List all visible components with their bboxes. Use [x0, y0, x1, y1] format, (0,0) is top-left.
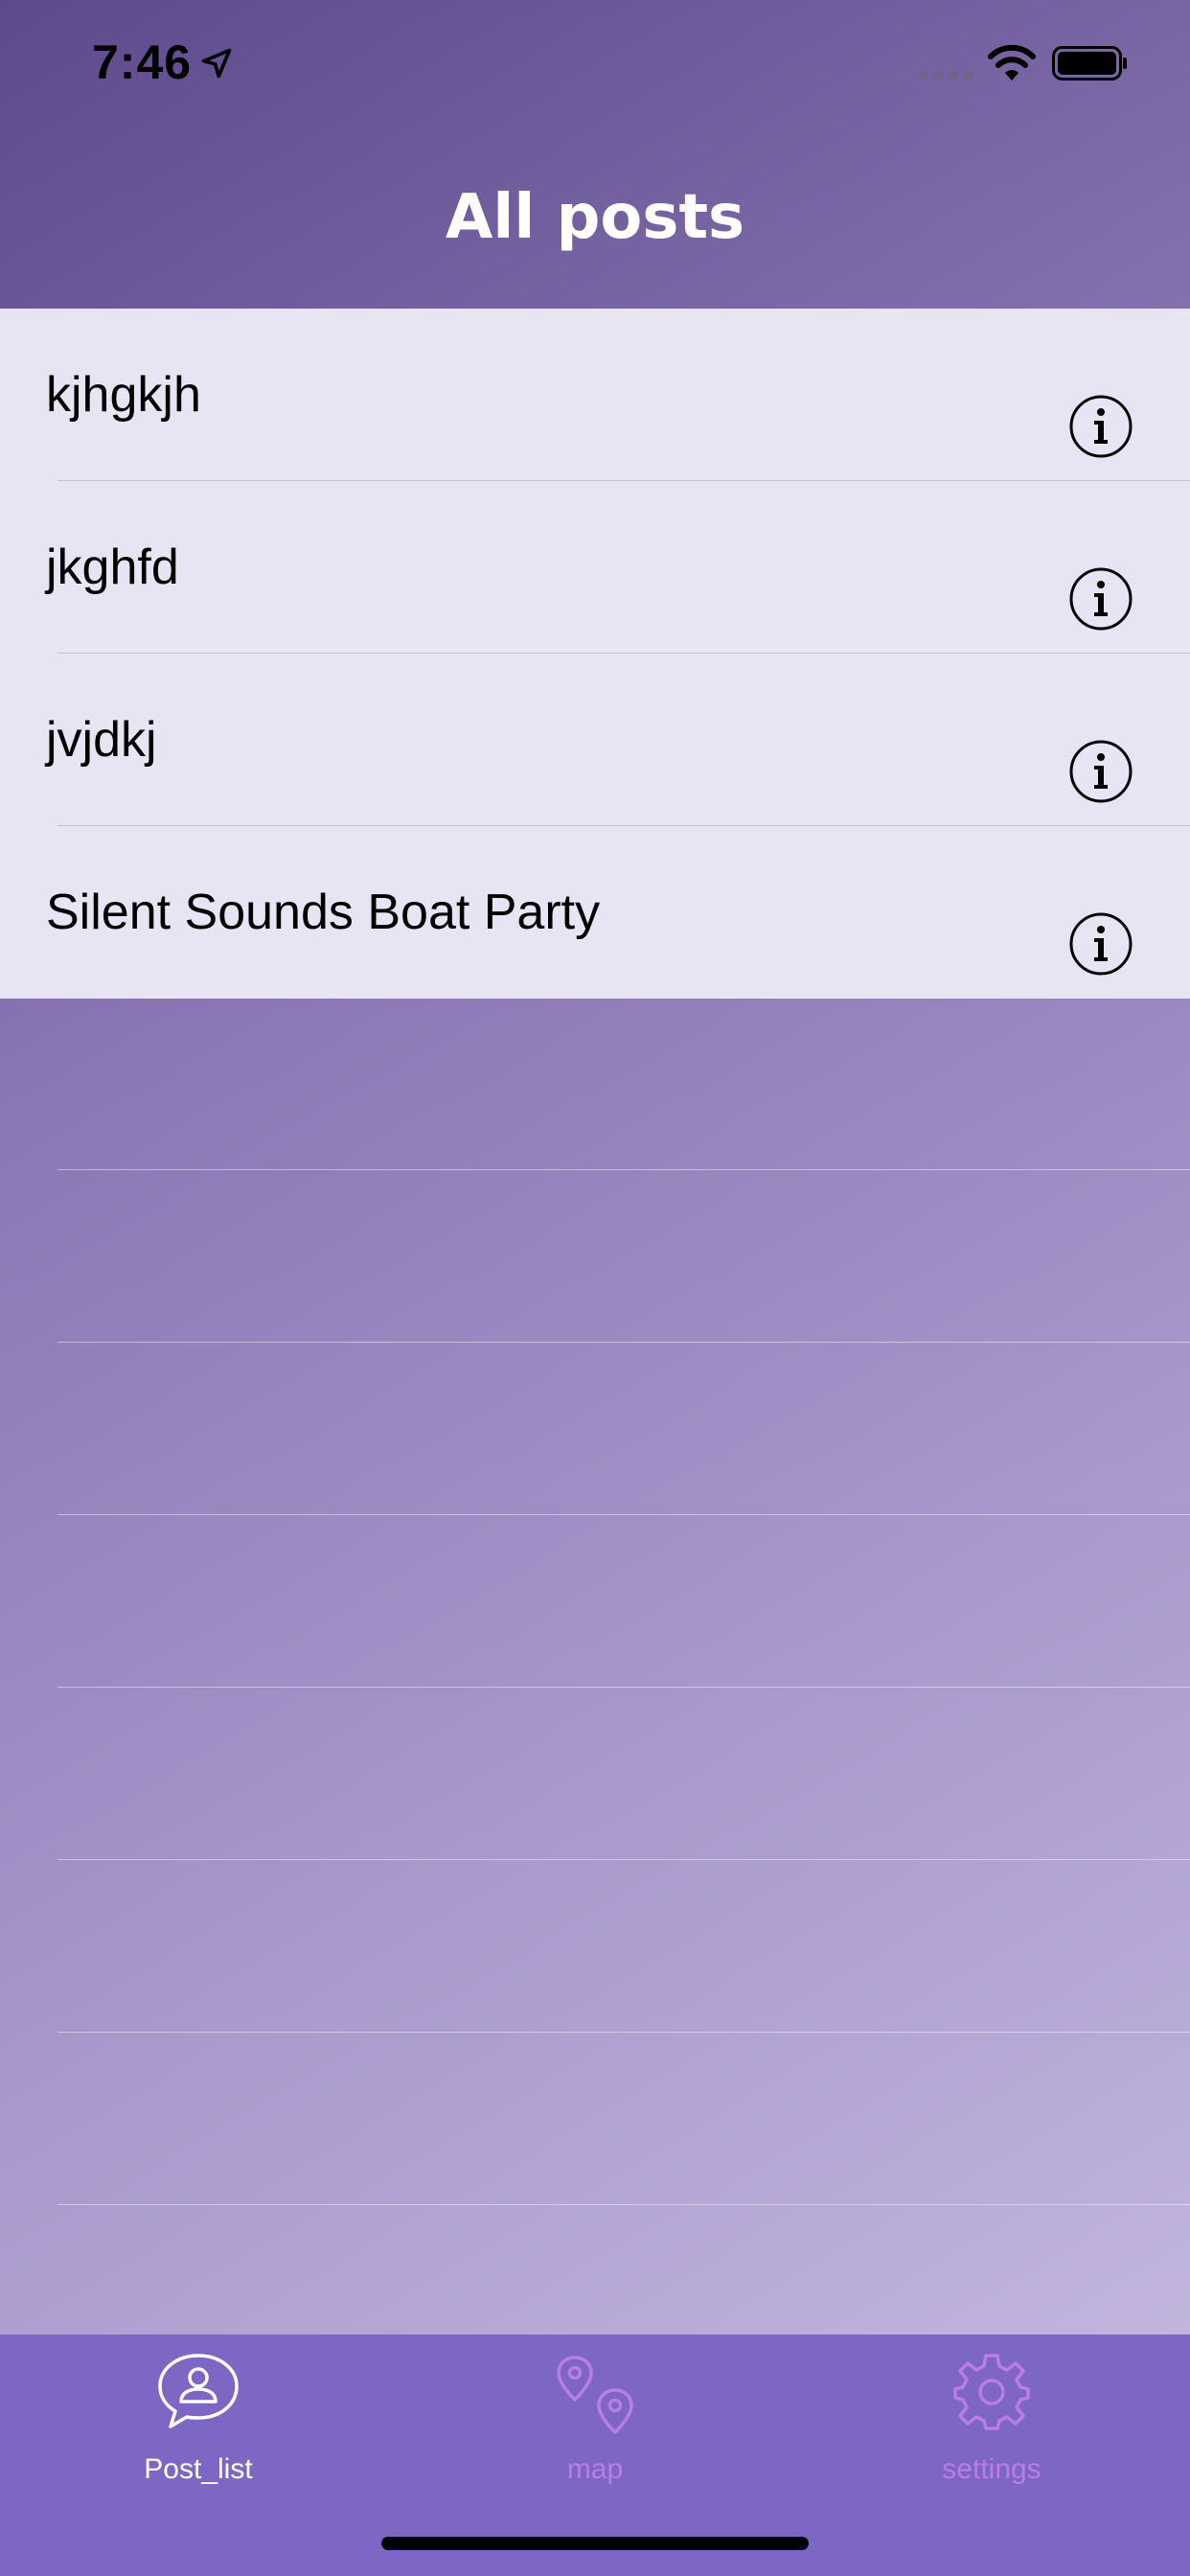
list-item[interactable]: kjhgkjh [0, 309, 1190, 481]
status-bar: 7:46 [0, 0, 1190, 125]
status-time: 7:46 [92, 35, 193, 89]
person-chat-bubble-icon [158, 2354, 239, 2428]
row-separator [57, 2204, 1190, 2205]
info-icon[interactable] [1067, 910, 1134, 978]
tab-settings[interactable]: settings [793, 2334, 1190, 2497]
tab-label: Post_list [144, 2453, 253, 2485]
gear-icon [953, 2354, 1030, 2430]
tab-post-list[interactable]: Post_list [0, 2334, 397, 2497]
list-item[interactable]: Silent Sounds Boat Party [0, 826, 1190, 999]
post-title: jkghfd [46, 540, 179, 595]
post-list: kjhgkjh jkghfd jvjdkj Silent Sounds Boat… [0, 309, 1190, 999]
row-separator [57, 1169, 1190, 1170]
row-separator [57, 1859, 1190, 1860]
row-separator [57, 1687, 1190, 1688]
post-title: kjhgkjh [46, 367, 201, 423]
list-item[interactable]: jvjdkj [0, 654, 1190, 826]
info-icon[interactable] [1067, 393, 1134, 460]
post-title: Silent Sounds Boat Party [46, 885, 601, 940]
list-item[interactable]: jkghfd [0, 481, 1190, 654]
page-title: All posts [445, 182, 745, 253]
row-separator [57, 1514, 1190, 1515]
tab-label: settings [942, 2453, 1041, 2485]
info-icon[interactable] [1067, 565, 1134, 632]
tab-bar: Post_list map settings [0, 2334, 1190, 2576]
home-indicator[interactable] [381, 2537, 809, 2550]
cellular-signal-icon [918, 71, 973, 79]
map-pins-icon [557, 2356, 633, 2434]
info-icon[interactable] [1067, 738, 1134, 805]
row-separator [57, 2032, 1190, 2033]
tab-map[interactable]: map [397, 2334, 793, 2497]
wifi-icon [988, 44, 1036, 80]
location-arrow-icon [201, 48, 232, 79]
post-title: jvjdkj [46, 712, 157, 768]
tab-label: map [566, 2453, 624, 2485]
battery-icon [1052, 46, 1127, 80]
row-separator [57, 1342, 1190, 1343]
